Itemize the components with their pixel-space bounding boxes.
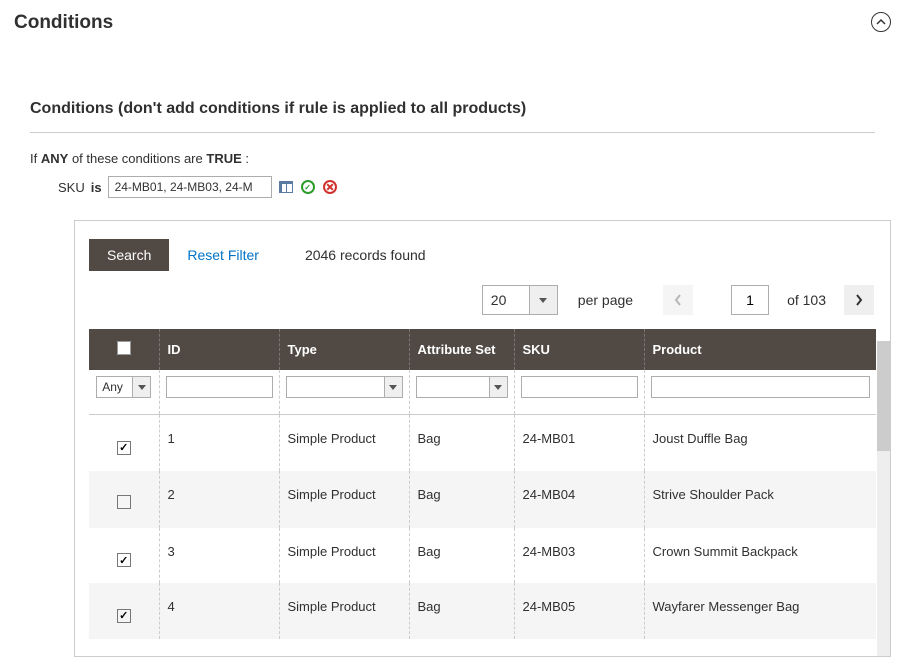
page-of-label: of 103 (787, 292, 826, 308)
row-checkbox[interactable] (117, 553, 131, 567)
reset-filter-link[interactable]: Reset Filter (187, 247, 259, 263)
chevron-right-icon (854, 293, 864, 307)
col-header-product[interactable]: Product (644, 329, 876, 370)
chooser-icon[interactable] (278, 179, 294, 195)
cell-sku: 24-MB03 (514, 528, 644, 584)
chevron-left-icon (673, 293, 683, 307)
col-header-attribute-set[interactable]: Attribute Set (409, 329, 514, 370)
cell-id: 2 (159, 471, 279, 528)
col-header-type[interactable]: Type (279, 329, 409, 370)
remove-icon[interactable] (322, 179, 338, 195)
cell-sku: 24-MB01 (514, 415, 644, 471)
prev-page-button[interactable] (663, 285, 693, 315)
cell-id: 3 (159, 528, 279, 584)
cell-sku: 24-MB05 (514, 583, 644, 639)
chevron-up-icon (876, 17, 886, 27)
cell-attribute-set: Bag (409, 583, 514, 639)
rule-attribute[interactable]: SKU (58, 180, 85, 195)
table-row[interactable]: 3Simple ProductBag24-MB03Crown Summit Ba… (89, 528, 876, 584)
cell-product: Joust Duffle Bag (644, 415, 876, 471)
rule-operator[interactable]: is (91, 180, 102, 195)
filter-product-input[interactable] (651, 376, 871, 398)
cell-type: Simple Product (279, 583, 409, 639)
condition-rule: SKU is ✓ (58, 176, 875, 198)
cell-attribute-set: Bag (409, 471, 514, 528)
caret-down-icon (539, 298, 547, 303)
cell-product: Wayfarer Messenger Bag (644, 583, 876, 639)
conditions-subtitle: Conditions (don't add conditions if rule… (30, 100, 875, 133)
cell-product: Strive Shoulder Pack (644, 471, 876, 528)
cell-type: Simple Product (279, 415, 409, 471)
cond-rest: of these conditions are (72, 151, 203, 166)
cell-product: Crown Summit Backpack (644, 528, 876, 584)
table-row[interactable]: 1Simple ProductBag24-MB01Joust Duffle Ba… (89, 415, 876, 471)
per-page-value[interactable]: 20 (482, 285, 530, 315)
collapse-toggle[interactable] (871, 12, 891, 32)
rule-value-input[interactable] (108, 176, 272, 198)
next-page-button[interactable] (844, 285, 874, 315)
product-grid: ID Type Attribute Set SKU Product Any (89, 329, 876, 639)
apply-icon[interactable]: ✓ (300, 179, 316, 195)
page-number-input[interactable] (731, 285, 769, 315)
table-row[interactable]: 4Simple ProductBag24-MB05Wayfarer Messen… (89, 583, 876, 639)
cell-sku: 24-MB04 (514, 471, 644, 528)
col-header-checkbox[interactable] (89, 329, 159, 370)
search-button[interactable]: Search (89, 239, 169, 271)
cond-true[interactable]: TRUE (206, 151, 241, 166)
section-title: Conditions (14, 12, 891, 34)
cell-id: 1 (159, 415, 279, 471)
row-checkbox[interactable] (117, 441, 131, 455)
cond-if: If (30, 151, 37, 166)
per-page-dropdown[interactable] (530, 285, 558, 315)
cell-attribute-set: Bag (409, 415, 514, 471)
row-checkbox[interactable] (117, 495, 131, 509)
table-row[interactable]: 2Simple ProductBag24-MB04Strive Shoulder… (89, 471, 876, 528)
filter-checkbox-select[interactable]: Any (96, 376, 151, 398)
cell-attribute-set: Bag (409, 528, 514, 584)
filter-id-input[interactable] (166, 376, 273, 398)
filter-attrset-select[interactable] (416, 376, 508, 398)
cell-id: 4 (159, 583, 279, 639)
col-header-id[interactable]: ID (159, 329, 279, 370)
product-grid-panel: Search Reset Filter 2046 records found 2… (74, 220, 891, 657)
col-header-sku[interactable]: SKU (514, 329, 644, 370)
cell-type: Simple Product (279, 471, 409, 528)
cond-any[interactable]: ANY (41, 151, 68, 166)
records-found: 2046 records found (305, 247, 426, 263)
condition-summary: If ANY of these conditions are TRUE : (30, 151, 875, 166)
per-page-label: per page (578, 292, 633, 308)
filter-sku-input[interactable] (521, 376, 638, 398)
filter-type-select[interactable] (286, 376, 403, 398)
scrollbar[interactable] (877, 341, 891, 656)
cell-type: Simple Product (279, 528, 409, 584)
cond-colon: : (245, 151, 249, 166)
row-checkbox[interactable] (117, 609, 131, 623)
